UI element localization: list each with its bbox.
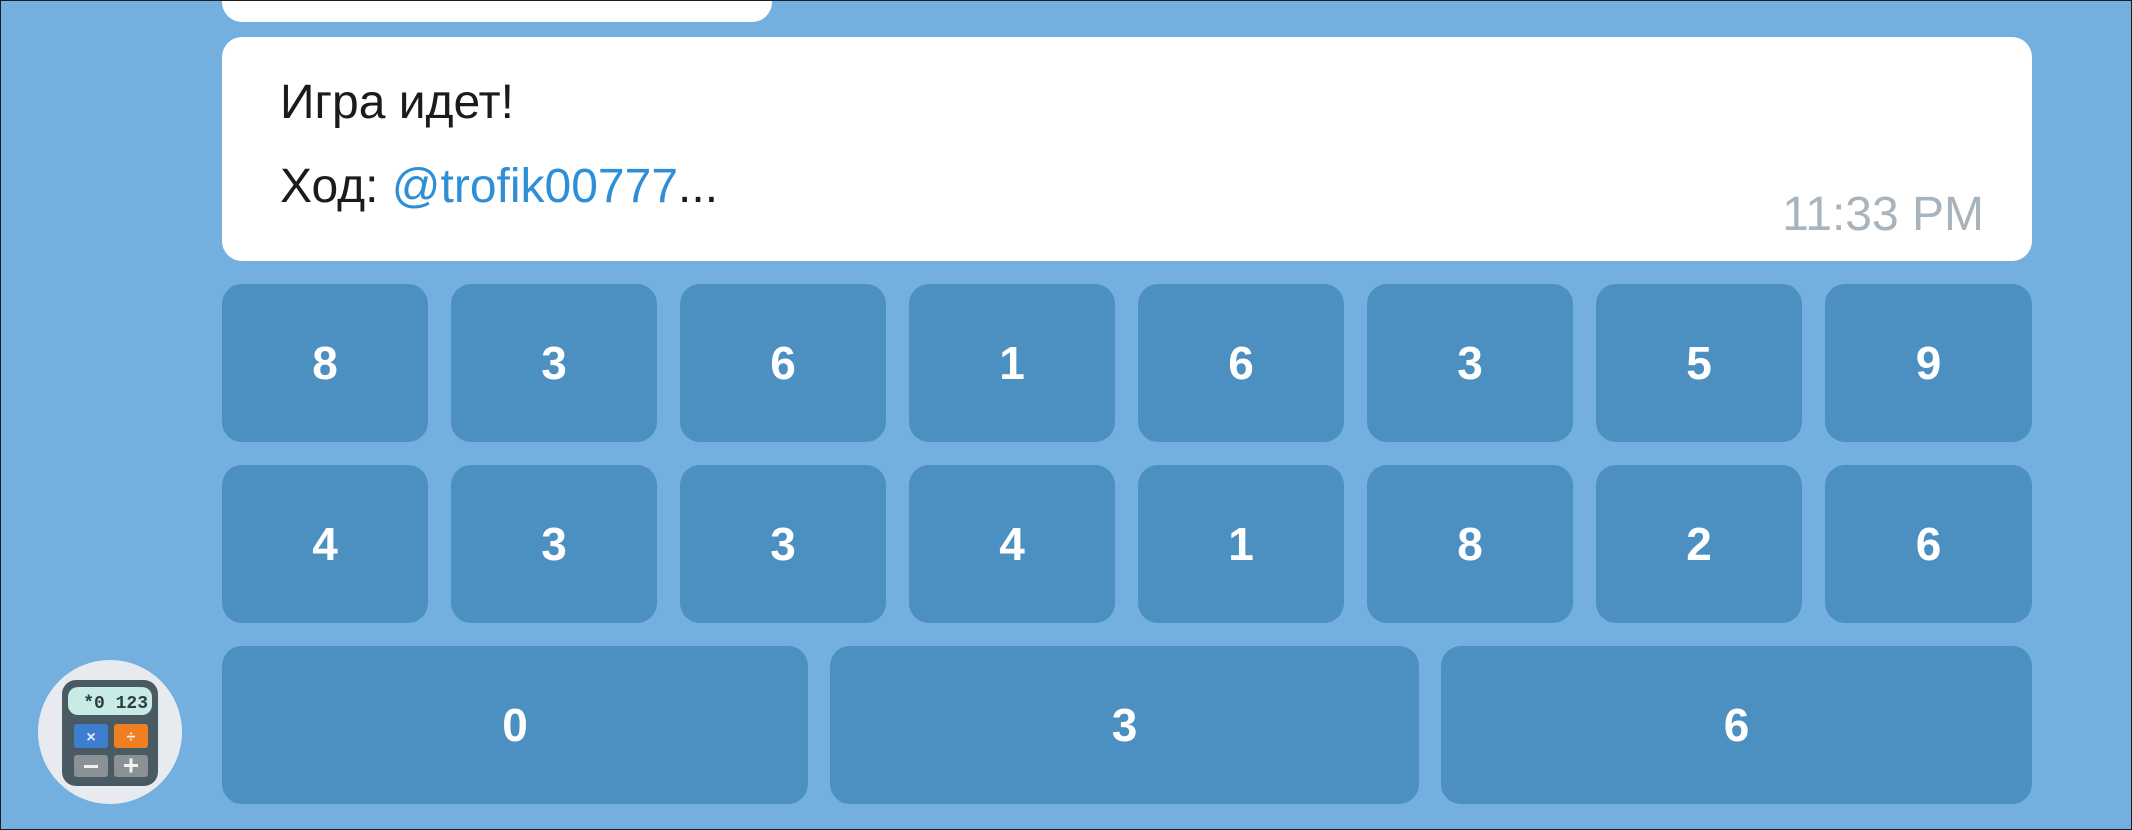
calculator-icon: *0 123 × ÷	[38, 660, 182, 804]
keyboard-button-r2-c7[interactable]: 2	[1596, 465, 1802, 623]
keyboard-button-r2-c4[interactable]: 4	[909, 465, 1115, 623]
bot-message-bubble: Игра идет! Ход: @trofik00777... 11:33 PM	[222, 37, 2032, 261]
calculator-display: *0 123	[83, 694, 148, 714]
keyboard-button-r1-c7[interactable]: 5	[1596, 284, 1802, 442]
keyboard-button-r2-c3[interactable]: 3	[680, 465, 886, 623]
message-text-line1: Игра идет!	[280, 76, 514, 129]
keyboard-button-r3-c3[interactable]: 6	[1441, 646, 2032, 804]
previous-message-bubble	[222, 0, 772, 22]
keyboard-button-r1-c8[interactable]: 9	[1825, 284, 2032, 442]
keyboard-button-r3-c1[interactable]: 0	[222, 646, 808, 804]
svg-text:÷: ÷	[127, 729, 136, 746]
ellipsis-text: ...	[678, 160, 719, 213]
svg-text:×: ×	[86, 729, 95, 746]
turn-label: Ход:	[280, 160, 392, 213]
keyboard-button-r1-c4[interactable]: 1	[909, 284, 1115, 442]
keyboard-button-r1-c6[interactable]: 3	[1367, 284, 1573, 442]
keyboard-button-r3-c2[interactable]: 3	[830, 646, 1419, 804]
bot-avatar[interactable]: *0 123 × ÷	[38, 660, 182, 804]
message-text-line2: Ход: @trofik00777...	[280, 163, 718, 211]
keyboard-button-r2-c1[interactable]: 4	[222, 465, 428, 623]
keyboard-button-r2-c8[interactable]: 6	[1825, 465, 2032, 623]
keyboard-button-r1-c3[interactable]: 6	[680, 284, 886, 442]
keyboard-button-r1-c1[interactable]: 8	[222, 284, 428, 442]
keyboard-button-r1-c2[interactable]: 3	[451, 284, 657, 442]
user-mention-link[interactable]: @trofik00777	[392, 160, 678, 213]
keyboard-button-r1-c5[interactable]: 6	[1138, 284, 1344, 442]
message-timestamp: 11:33 PM	[1782, 188, 1984, 241]
keyboard-button-r2-c2[interactable]: 3	[451, 465, 657, 623]
keyboard-button-r2-c6[interactable]: 8	[1367, 465, 1573, 623]
keyboard-button-r2-c5[interactable]: 1	[1138, 465, 1344, 623]
